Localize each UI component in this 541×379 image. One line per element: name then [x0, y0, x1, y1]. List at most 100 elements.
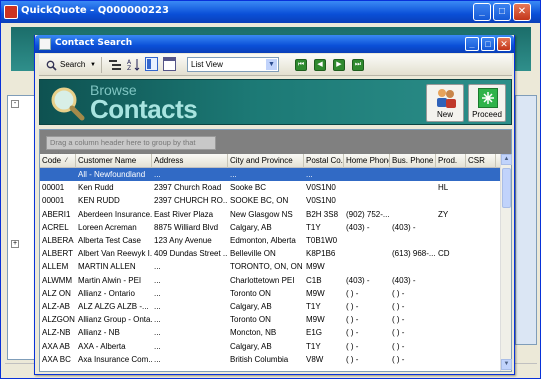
column-header[interactable]: City and Province	[228, 154, 304, 168]
contact-search-dialog: Contact Search _ □ ✕ Search ▼ A Z List V…	[34, 35, 515, 375]
scroll-up-icon[interactable]: ▲	[501, 154, 512, 165]
window-icon[interactable]	[163, 57, 176, 71]
table-cell: AXA - Alberta	[78, 341, 126, 351]
proceed-button[interactable]: Proceed	[468, 84, 506, 122]
table-cell: K8P1B6	[306, 249, 336, 259]
table-cell: M9W	[306, 288, 325, 298]
main-minimize-button[interactable]: _	[473, 3, 491, 21]
table-cell	[466, 208, 496, 221]
table-cell: AXA AB	[42, 341, 71, 351]
table-cell	[436, 326, 466, 339]
table-cell: Sooke BC	[230, 183, 267, 193]
dialog-maximize-button[interactable]: □	[481, 37, 495, 51]
table-cell: ...	[154, 328, 161, 338]
table-row[interactable]: ALZ-AB ALZ ALZG ALZB -...... Calgary, AB T1…	[40, 300, 500, 313]
group-icon[interactable]	[109, 59, 121, 70]
tree-expand-icon[interactable]: -	[11, 100, 19, 108]
sort-icon[interactable]: A Z	[127, 58, 140, 71]
vertical-scrollbar[interactable]: ▲ ▼	[500, 154, 512, 371]
table-cell: ( ) -	[392, 354, 405, 364]
table-cell: Aberdeen Insurance...	[78, 209, 152, 219]
dropdown-arrow-icon[interactable]: ▼	[90, 58, 96, 72]
table-cell: ...	[154, 354, 161, 364]
next-record-icon[interactable]: ▶	[333, 59, 345, 71]
table-row[interactable]: ALWMM Martin Alwin - PEI... Charlottetown …	[40, 274, 500, 287]
table-cell: ALZ-NB	[42, 328, 71, 338]
last-record-icon[interactable]: ⏭	[352, 59, 364, 71]
table-cell	[344, 194, 390, 207]
tree-expand-icon[interactable]: +	[11, 240, 19, 248]
search-button[interactable]: Search ▼	[43, 57, 96, 73]
table-cell: Edmonton, Alberta	[230, 236, 296, 245]
table-row[interactable]: 00001 Ken Rudd 2397 Church Road Sooke BC V0S…	[40, 181, 500, 194]
main-tree-panel[interactable]: - +	[7, 95, 35, 360]
table-cell	[436, 353, 466, 366]
dialog-minimize-button[interactable]: _	[465, 37, 479, 51]
table-cell: Alberta Test Case	[78, 236, 141, 245]
column-header[interactable]: CSR	[466, 154, 496, 168]
table-cell: ( ) -	[392, 315, 405, 325]
main-maximize-button[interactable]: □	[493, 3, 511, 21]
column-header[interactable]: Postal Co...	[304, 154, 344, 168]
table-row[interactable]: AXA AB AXA - Alberta... Calgary, AB T1Y ( ) …	[40, 340, 500, 353]
grid-body: All - Newfoundland......... 00001 Ken Rudd…	[40, 168, 500, 371]
table-cell	[466, 247, 496, 260]
table-cell	[390, 260, 436, 273]
table-cell	[436, 234, 466, 247]
table-cell: M9W	[306, 262, 325, 272]
table-cell	[466, 274, 496, 287]
table-row[interactable]: AXA BC Axa Insurance Com...... British Col…	[40, 353, 500, 366]
dialog-title: Contact Search	[55, 38, 133, 48]
banner-title-line2: Contacts	[90, 94, 198, 124]
table-row[interactable]: 00001 KEN RUDD 2397 CHURCH RO... SOOKE BC, …	[40, 194, 500, 207]
column-header[interactable]: Address	[152, 154, 228, 168]
table-row[interactable]: ACREL Loreen Acreman 8875 Williard Blvd Cal…	[40, 221, 500, 234]
column-header[interactable]: Customer Name	[76, 154, 152, 168]
column-header[interactable]: Home Phone	[344, 154, 390, 168]
table-cell: ALWMM	[42, 275, 73, 285]
table-row[interactable]: ALLEM MARTIN ALLEN... TORONTO, ON, ON M9W	[40, 260, 500, 273]
group-by-area[interactable]: Drag a column header here to group by th…	[40, 130, 511, 159]
scroll-down-icon[interactable]: ▼	[501, 359, 512, 370]
table-row[interactable]: ALBERT Albert Van Reewyk I... 409 Dundas S…	[40, 247, 500, 260]
chevron-down-icon[interactable]: ▼	[266, 59, 277, 70]
table-cell: ...	[154, 341, 161, 351]
table-cell: 409 Dundas Street ...	[154, 249, 228, 259]
table-cell: TORONTO, ON, ON	[230, 262, 303, 272]
main-close-button[interactable]: ✕	[513, 3, 531, 21]
view-select[interactable]: List View ▼	[187, 57, 279, 72]
table-cell: ALZ-AB	[42, 302, 71, 311]
column-header[interactable]: Code	[40, 154, 76, 168]
column-header[interactable]: Bus. Phone	[390, 154, 436, 168]
scroll-thumb[interactable]	[502, 168, 511, 208]
prev-record-icon[interactable]: ◀	[314, 59, 326, 71]
search-label: Search	[60, 60, 86, 69]
table-row[interactable]: ALBERA Alberta Test Case 123 Any Avenue Edm…	[40, 234, 500, 247]
dialog-title-bar[interactable]: Contact Search _ □ ✕	[35, 35, 514, 53]
first-record-icon[interactable]: ⏮	[295, 59, 307, 71]
table-cell: ALZ ON	[42, 288, 71, 298]
table-cell: (403) -	[346, 222, 370, 232]
table-row[interactable]: ALZ ON Allianz - Ontario... Toronto ON M9W (…	[40, 287, 500, 300]
table-row[interactable]: ABERI1 Aberdeen Insurance... East River Pl…	[40, 208, 500, 221]
table-row[interactable]: ALZ-NB Allianz - NB... Moncton, NB E1G ( ) -…	[40, 326, 500, 339]
table-cell: Moncton, NB	[230, 328, 277, 338]
table-cell	[390, 181, 436, 194]
table-cell	[344, 234, 390, 247]
table-row[interactable]: All - Newfoundland.........	[40, 168, 500, 182]
table-row[interactable]: ALZGON Allianz Group - Onta...... Toronto …	[40, 313, 500, 326]
panel-icon[interactable]	[145, 57, 158, 71]
table-cell	[466, 353, 496, 366]
proceed-icon	[478, 88, 498, 108]
table-cell: Allianz Group - Onta...	[78, 315, 152, 325]
table-cell: (403) -	[392, 275, 416, 285]
new-button[interactable]: New	[426, 84, 464, 122]
table-cell	[466, 260, 496, 273]
main-title-bar[interactable]: QuickQuote - Q000000223 _ □ ✕	[1, 1, 540, 23]
contacts-grid: Drag a column header here to group by th…	[39, 129, 512, 372]
table-cell: (902) 752-...	[346, 209, 390, 219]
column-header[interactable]: Prod.	[436, 154, 466, 168]
dialog-close-button[interactable]: ✕	[497, 37, 511, 51]
toolbar: Search ▼ A Z List View ▼ ⏮ ◀ ▶ ⏭	[39, 54, 512, 76]
table-cell: 00001	[42, 183, 65, 193]
